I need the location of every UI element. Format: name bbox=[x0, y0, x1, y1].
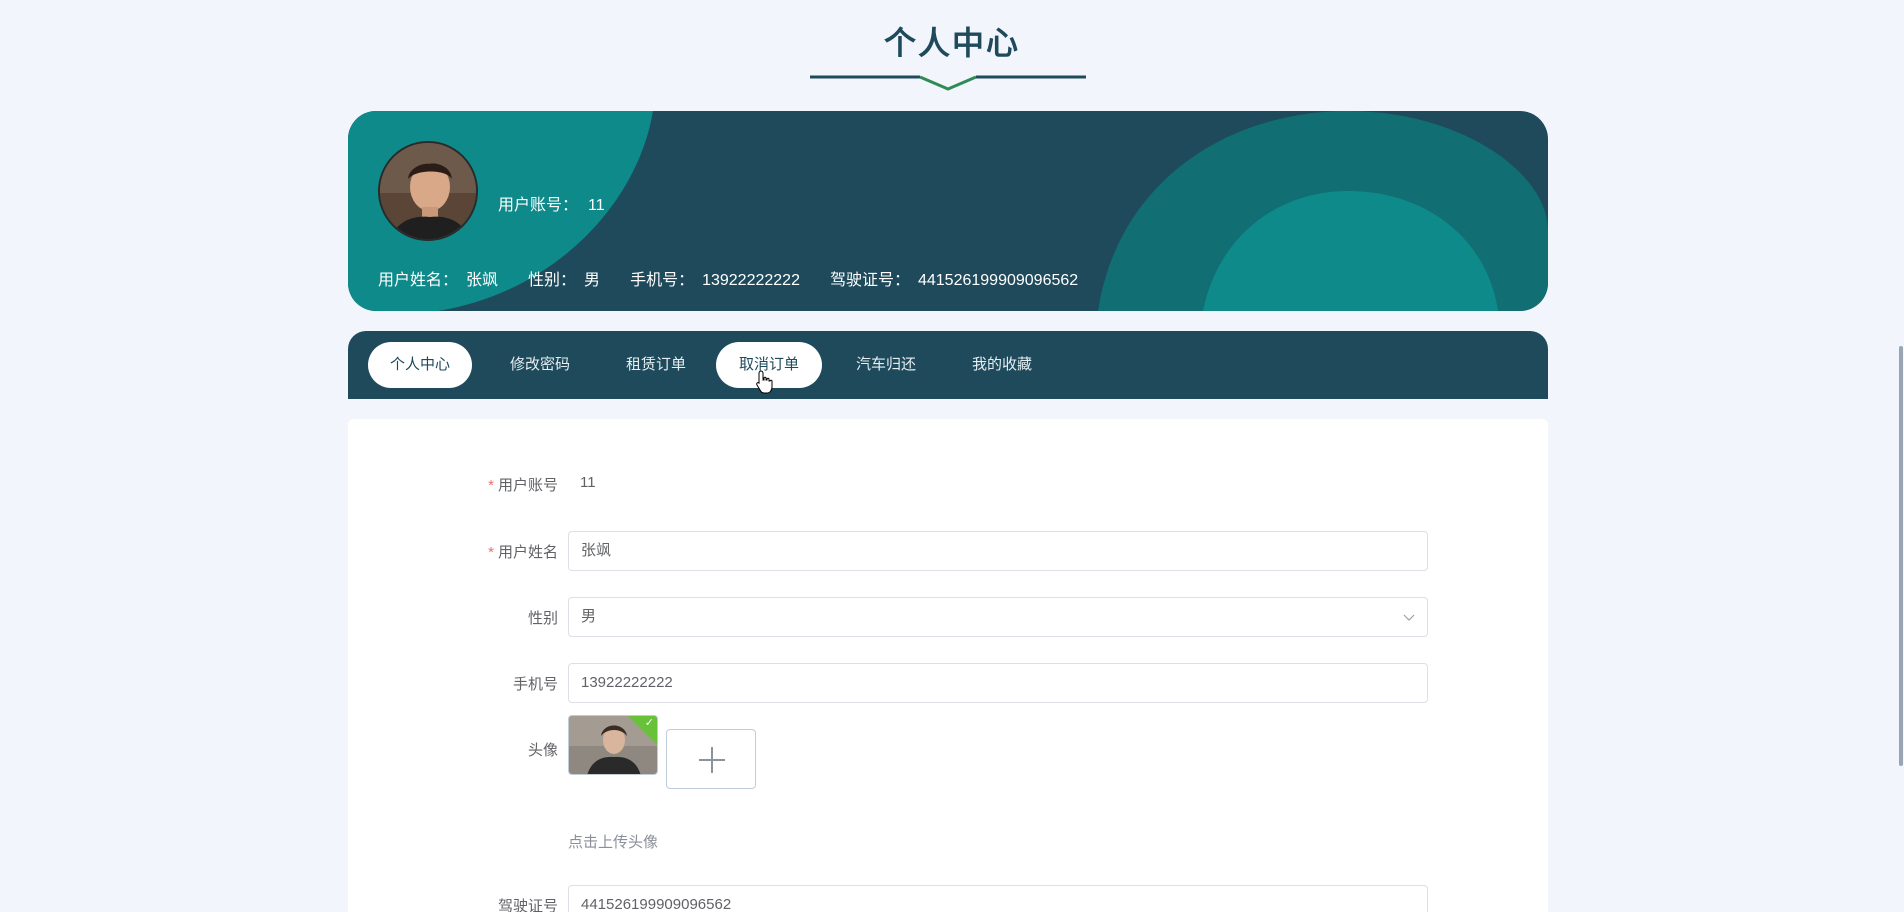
banner-license-label: 驾驶证号： bbox=[829, 272, 910, 289]
tab-my-favorites[interactable]: 我的收藏 bbox=[950, 342, 1054, 388]
banner-name-value: 张飒 bbox=[466, 272, 499, 289]
license-input[interactable]: 441526199909096562 bbox=[568, 885, 1428, 912]
page: 个人中心 用户账号： 11 用户姓名： 张飒 性别：男手机号： 13922222… bbox=[0, 0, 1904, 912]
account-label: * 用户账号 bbox=[488, 477, 558, 494]
avatar-label: 头像 bbox=[527, 742, 558, 759]
tab-personal-center[interactable]: 个人中心 bbox=[368, 342, 472, 388]
profile-banner: 用户账号： 11 用户姓名： 张飒 性别： 男 手机号： 13922222222 驾驶证号： 4… bbox=[348, 111, 1548, 311]
gender-select[interactable]: 男 bbox=[568, 597, 1428, 637]
tab-car-return[interactable]: 汽车归还 bbox=[834, 342, 938, 388]
plus-icon bbox=[699, 747, 725, 773]
account-value: 11 bbox=[580, 474, 596, 491]
phone-label: 手机号 bbox=[512, 676, 558, 693]
scrollbar-thumb[interactable] bbox=[1899, 346, 1903, 766]
tab-change-password[interactable]: 修改密码 bbox=[488, 342, 592, 388]
banner-account-label: 用户账号： bbox=[498, 197, 579, 214]
avatar bbox=[378, 141, 478, 241]
banner-account-value: 11 bbox=[588, 197, 605, 214]
check-icon: ✓ bbox=[644, 717, 654, 729]
uploaded-avatar-thumbnail[interactable]: ✓ bbox=[568, 715, 658, 775]
upload-hint: 点击上传头像 bbox=[568, 834, 659, 851]
banner-license-value: 441526199909096562 bbox=[917, 272, 1079, 289]
banner-name-label: 用户姓名： bbox=[378, 272, 459, 289]
gender-label: 性别 bbox=[527, 610, 558, 627]
profile-form: * 用户账号 11 * 用户姓名 张飒 性别 男 手机号 13922222222 头… bbox=[348, 419, 1548, 912]
upload-avatar-button[interactable] bbox=[666, 729, 756, 789]
tab-rental-orders[interactable]: 租赁订单 bbox=[604, 342, 708, 388]
banner-account: 用户账号： 11 bbox=[498, 191, 615, 215]
page-title: 个人中心 bbox=[883, 25, 1020, 61]
banner-phone-label: 手机号： bbox=[630, 272, 695, 289]
banner-gender-value: 男 bbox=[584, 272, 601, 289]
hand-pointer-icon bbox=[756, 370, 773, 394]
banner-user-info: 用户姓名： 张飒 性别： 男 手机号： 13922222222 驾驶证号： 441526199… bbox=[378, 266, 1108, 290]
phone-input[interactable]: 13922222222 bbox=[568, 663, 1428, 703]
title-underline-decoration bbox=[810, 75, 1086, 91]
chevron-down-icon bbox=[1403, 614, 1415, 621]
license-label: 驾驶证号 bbox=[497, 898, 558, 912]
name-input[interactable]: 张飒 bbox=[568, 531, 1428, 571]
gender-select-value: 男 bbox=[581, 608, 597, 625]
name-label: * 用户姓名 bbox=[488, 544, 558, 561]
banner-phone-value: 13922222222 bbox=[702, 272, 800, 289]
page-scrollbar[interactable] bbox=[1896, 0, 1904, 912]
banner-gender-label: 性别： bbox=[528, 272, 577, 289]
tab-bar: 个人中心 修改密码 租赁订单 取消订单 汽车归还 我的收藏 bbox=[348, 331, 1548, 399]
